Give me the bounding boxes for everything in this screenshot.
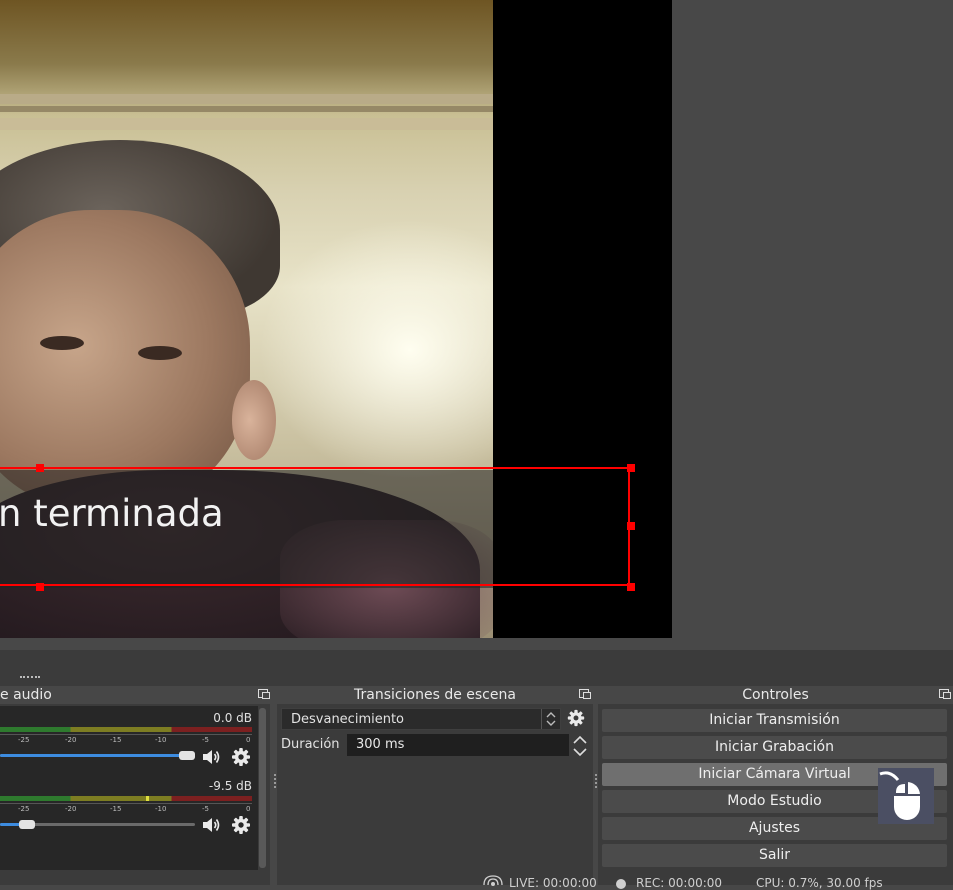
tick-label: -25 bbox=[18, 736, 30, 744]
start-streaming-button[interactable]: Iniciar Transmisión bbox=[602, 709, 947, 732]
dock-title: Controles bbox=[598, 686, 953, 704]
resize-handle[interactable] bbox=[627, 464, 635, 472]
speaker-icon[interactable] bbox=[200, 814, 222, 836]
record-dot-icon bbox=[616, 879, 626, 889]
gear-icon[interactable] bbox=[230, 814, 252, 836]
gear-icon[interactable] bbox=[566, 708, 586, 728]
resize-handle[interactable] bbox=[36, 464, 44, 472]
status-bar: LIVE: 00:00:00 REC: 00:00:00 CPU: 0.7%, … bbox=[470, 873, 953, 890]
transition-select-value: Desvanecimiento bbox=[291, 712, 405, 727]
transitions-title: Transiciones de escena bbox=[354, 687, 516, 703]
wall-molding bbox=[0, 118, 493, 130]
tick-label: -20 bbox=[65, 736, 77, 744]
volume-slider[interactable] bbox=[0, 754, 195, 757]
tick-label: -15 bbox=[110, 736, 122, 744]
volume-slider-fill bbox=[0, 754, 189, 757]
person-eye bbox=[40, 336, 84, 350]
mixer-body: 0.0 dB -25 -20 -15 -10 -5 0 -9.5 dB -25 … bbox=[0, 706, 258, 870]
controls-title: Controles bbox=[742, 687, 809, 703]
tick-label: -15 bbox=[110, 805, 122, 813]
undock-icon[interactable] bbox=[579, 689, 591, 699]
scene-transitions-dock: Transiciones de escena Desvanecimiento D… bbox=[274, 686, 593, 885]
meter-ticks: -25 -20 -15 -10 -5 0 bbox=[0, 805, 252, 814]
tick-label: -10 bbox=[155, 805, 167, 813]
volume-slider-handle[interactable] bbox=[179, 751, 195, 760]
exit-button[interactable]: Salir bbox=[602, 844, 947, 867]
audio-mixer-dock: e audio 0.0 dB -25 -20 -15 -10 -5 0 -9.5… bbox=[0, 686, 270, 885]
source-selection-box[interactable] bbox=[0, 467, 630, 586]
duration-spinbox[interactable]: 300 ms bbox=[347, 734, 569, 756]
start-recording-button[interactable]: Iniciar Grabación bbox=[602, 736, 947, 759]
duration-label: Duración bbox=[281, 737, 340, 752]
dock-title: e audio bbox=[0, 686, 270, 704]
wall-molding bbox=[0, 106, 493, 112]
person-ear bbox=[232, 380, 276, 460]
channel-db-readout: 0.0 dB bbox=[213, 711, 252, 725]
updown-chevron-icon bbox=[541, 709, 556, 729]
rec-timer: REC: 00:00:00 bbox=[636, 876, 723, 890]
resize-handle[interactable] bbox=[627, 583, 635, 591]
volume-meter bbox=[0, 796, 252, 801]
tick-label: -5 bbox=[202, 805, 209, 813]
volume-slider-handle[interactable] bbox=[19, 820, 35, 829]
dock-resize-grip[interactable] bbox=[595, 774, 599, 788]
volume-meter bbox=[0, 727, 252, 732]
mixer-scrollbar[interactable] bbox=[259, 708, 266, 868]
tick-label: -20 bbox=[65, 805, 77, 813]
person-eye bbox=[138, 346, 182, 360]
tick-label: 0 bbox=[246, 805, 251, 813]
dock-resize-grip[interactable] bbox=[274, 774, 278, 788]
dock-splitter[interactable] bbox=[0, 650, 953, 686]
meter-ticks: -25 -20 -15 -10 -5 0 bbox=[0, 736, 252, 745]
duration-value: 300 ms bbox=[356, 737, 405, 752]
undock-icon[interactable] bbox=[258, 689, 270, 699]
wall-molding bbox=[0, 94, 493, 104]
speaker-icon[interactable] bbox=[200, 746, 222, 768]
transition-select[interactable]: Desvanecimiento bbox=[281, 708, 561, 730]
resize-handle[interactable] bbox=[36, 583, 44, 591]
mouse-click-overlay bbox=[878, 768, 934, 824]
gear-icon[interactable] bbox=[230, 746, 252, 768]
tick-label: -10 bbox=[155, 736, 167, 744]
spin-arrows-icon[interactable] bbox=[571, 734, 589, 758]
mouse-left-click-icon bbox=[879, 771, 920, 820]
audio-mixer-title: e audio bbox=[0, 687, 52, 703]
resize-handle[interactable] bbox=[627, 522, 635, 530]
undock-icon[interactable] bbox=[939, 689, 951, 699]
splitter-grip[interactable] bbox=[20, 676, 40, 680]
channel-db-readout: -9.5 dB bbox=[208, 779, 252, 793]
meter-baseline bbox=[0, 803, 252, 804]
meter-baseline bbox=[0, 734, 252, 735]
tick-label: -5 bbox=[202, 736, 209, 744]
light-glow bbox=[260, 220, 493, 480]
broadcast-icon bbox=[483, 875, 503, 886]
live-timer: LIVE: 00:00:00 bbox=[509, 876, 597, 890]
preview-area: n terminada bbox=[0, 0, 953, 650]
dock-title: Transiciones de escena bbox=[277, 686, 593, 704]
tick-label: 0 bbox=[246, 736, 251, 744]
cpu-fps: CPU: 0.7%, 30.00 fps bbox=[756, 876, 883, 890]
meter-peak bbox=[146, 796, 149, 801]
tick-label: -25 bbox=[18, 805, 30, 813]
